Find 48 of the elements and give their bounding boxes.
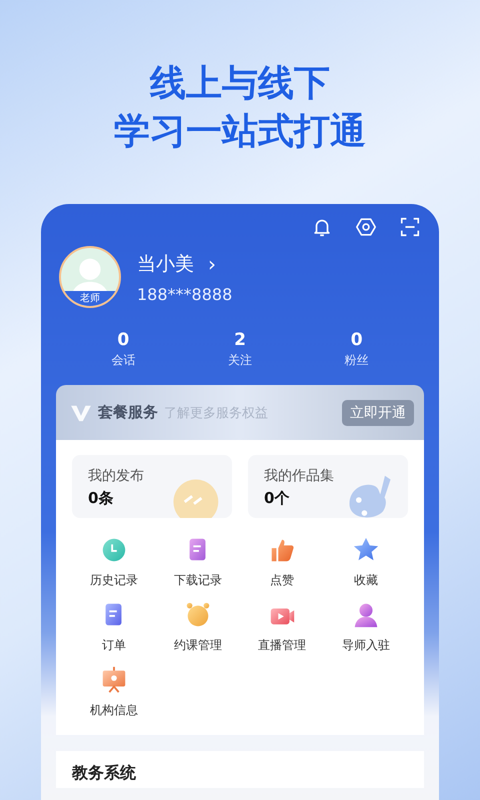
stat-value: 0 xyxy=(350,330,363,350)
chevron-icon[interactable]: › xyxy=(208,254,216,274)
feature-item[interactable]: 点赞 xyxy=(240,536,324,589)
scan-icon[interactable] xyxy=(399,216,421,238)
phone-number: 188***8888 xyxy=(137,284,232,304)
avatar[interactable]: 老师 xyxy=(59,246,121,308)
card-title: 我的发布 xyxy=(88,467,145,485)
feature-label: 下载记录 xyxy=(174,572,222,589)
stat-item[interactable]: 0 会话 xyxy=(83,330,164,369)
card-title: 我的作品集 xyxy=(264,467,335,485)
feature-item[interactable]: 历史记录 xyxy=(72,536,156,589)
feature-label: 收藏 xyxy=(354,572,378,589)
stat-value: 0 xyxy=(117,330,130,350)
feature-item[interactable]: 导师入驻 xyxy=(324,601,408,654)
stat-item[interactable]: 2 关注 xyxy=(200,330,280,369)
feature-item[interactable]: 下载记录 xyxy=(156,536,240,589)
feature-item[interactable]: 收藏 xyxy=(324,536,408,589)
headline: 线上与线下 xyxy=(150,62,330,106)
v-logo-icon xyxy=(70,404,92,422)
feature-label: 订单 xyxy=(102,637,126,654)
feature-item[interactable]: 约课管理 xyxy=(156,601,240,654)
stat-item[interactable]: 0 粉丝 xyxy=(316,330,397,369)
section-title: 教务系统 xyxy=(72,763,136,782)
card-count: 0条 xyxy=(88,489,114,508)
my-card[interactable]: 我的发布 0条 xyxy=(72,455,232,518)
my-card[interactable]: 我的作品集 0个 xyxy=(248,455,408,518)
feature-label: 历史记录 xyxy=(90,572,138,589)
feature-label: 直播管理 xyxy=(258,637,306,654)
settings-icon[interactable] xyxy=(355,216,377,238)
user-name[interactable]: 当小美 xyxy=(137,250,194,276)
clock-icon xyxy=(100,536,128,564)
alarm-clock-icon xyxy=(184,601,212,629)
membership-title: 套餐服务 xyxy=(98,403,158,422)
feature-label: 机构信息 xyxy=(90,702,138,719)
person-icon xyxy=(352,601,380,629)
feature-label: 约课管理 xyxy=(174,637,222,654)
headline: 学习一站式打通 xyxy=(114,110,366,154)
stat-label: 粉丝 xyxy=(344,352,369,369)
feature-label: 点赞 xyxy=(270,572,294,589)
stat-value: 2 xyxy=(234,330,246,350)
stat-label: 关注 xyxy=(228,352,252,369)
card-count: 0个 xyxy=(264,489,290,508)
feature-label: 导师入驻 xyxy=(342,637,390,654)
feature-item[interactable]: 机构信息 xyxy=(72,666,156,719)
feature-item[interactable]: 直播管理 xyxy=(240,601,324,654)
presentation-board-icon xyxy=(100,666,128,694)
stat-label: 会话 xyxy=(111,352,136,369)
feature-item[interactable]: 订单 xyxy=(72,601,156,654)
